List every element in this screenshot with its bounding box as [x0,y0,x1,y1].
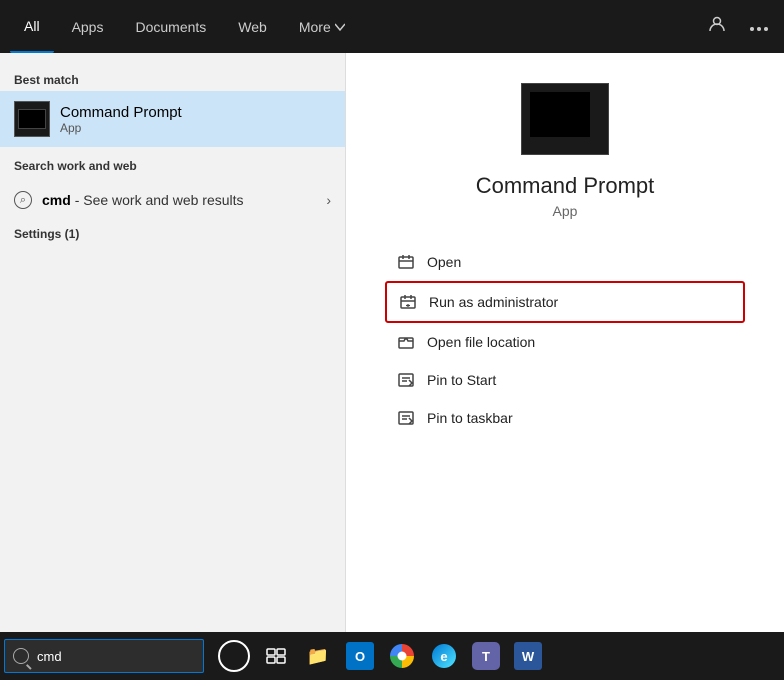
word-button[interactable]: W [508,636,548,676]
tab-more[interactable]: More [285,0,359,53]
runas-icon [399,293,417,311]
cmd-icon-large [521,83,609,155]
top-navigation: All Apps Documents Web More [0,0,784,53]
edge-icon: e [432,644,456,668]
tab-documents[interactable]: Documents [121,0,220,53]
tab-apps[interactable]: Apps [58,0,118,53]
open-label: Open [427,254,461,270]
right-panel: Command Prompt App Open [345,53,784,632]
pin-taskbar-label: Pin to taskbar [427,410,513,426]
taskbar: cmd 📁 O e T W [0,632,784,680]
taskbar-search-box[interactable]: cmd [4,639,204,673]
best-match-item[interactable]: Command Prompt App [0,91,345,147]
open-icon [397,253,415,271]
nav-right-icons [702,11,774,42]
tab-web[interactable]: Web [224,0,281,53]
best-match-text: Command Prompt App [60,104,182,135]
cortana-button[interactable] [214,636,254,676]
feedback-icon[interactable] [702,11,732,42]
action-open-location[interactable]: Open file location [385,323,745,361]
search-web-item[interactable]: ⌕ cmd - See work and web results › [0,183,345,217]
taskbar-search-icon [13,648,29,664]
settings-section: Settings (1) [0,223,345,253]
cmd-icon-small [14,101,50,137]
action-pin-taskbar[interactable]: Pin to taskbar [385,399,745,437]
task-view-button[interactable] [256,636,296,676]
best-match-label: Best match [0,65,345,91]
task-view-icon [266,648,286,664]
cortana-icon [218,640,250,672]
folder-icon: 📁 [307,646,329,667]
search-web-label: Search work and web [0,151,345,177]
pin-start-label: Pin to Start [427,372,496,388]
file-explorer-button[interactable]: 📁 [298,636,338,676]
teams-button[interactable]: T [466,636,506,676]
action-list: Open Run as administrator [385,243,745,437]
app-title: Command Prompt [476,173,655,199]
more-options-icon[interactable] [744,14,774,40]
action-pin-start[interactable]: Pin to Start [385,361,745,399]
cmd-title: Command Prompt [60,104,182,121]
action-run-as-admin[interactable]: Run as administrator [385,281,745,323]
search-web-text: cmd - See work and web results [42,192,244,208]
cmd-sub: App [60,121,182,135]
location-icon [397,333,415,351]
chrome-button[interactable] [382,636,422,676]
left-panel: Best match Command Prompt App Search wor… [0,53,345,632]
search-web-arrow-icon: › [326,192,331,208]
main-area: Best match Command Prompt App Search wor… [0,53,784,632]
edge-button[interactable]: e [424,636,464,676]
outlook-button[interactable]: O [340,636,380,676]
run-as-admin-label: Run as administrator [429,294,558,310]
more-chevron-icon [335,22,345,32]
pin-taskbar-icon [397,409,415,427]
more-label: More [299,19,331,35]
word-icon: W [514,642,542,670]
tab-all[interactable]: All [10,0,54,53]
search-web-left: ⌕ cmd - See work and web results [14,191,244,209]
search-web-section: ⌕ cmd - See work and web results › [0,177,345,223]
app-sub: App [553,203,578,219]
open-location-label: Open file location [427,334,535,350]
teams-icon: T [472,642,500,670]
outlook-icon: O [346,642,374,670]
action-open[interactable]: Open [385,243,745,281]
pin-start-icon [397,371,415,389]
search-web-icon: ⌕ [14,191,32,209]
chrome-icon [390,644,414,668]
settings-label: Settings (1) [14,227,331,241]
taskbar-search-text: cmd [37,649,62,664]
